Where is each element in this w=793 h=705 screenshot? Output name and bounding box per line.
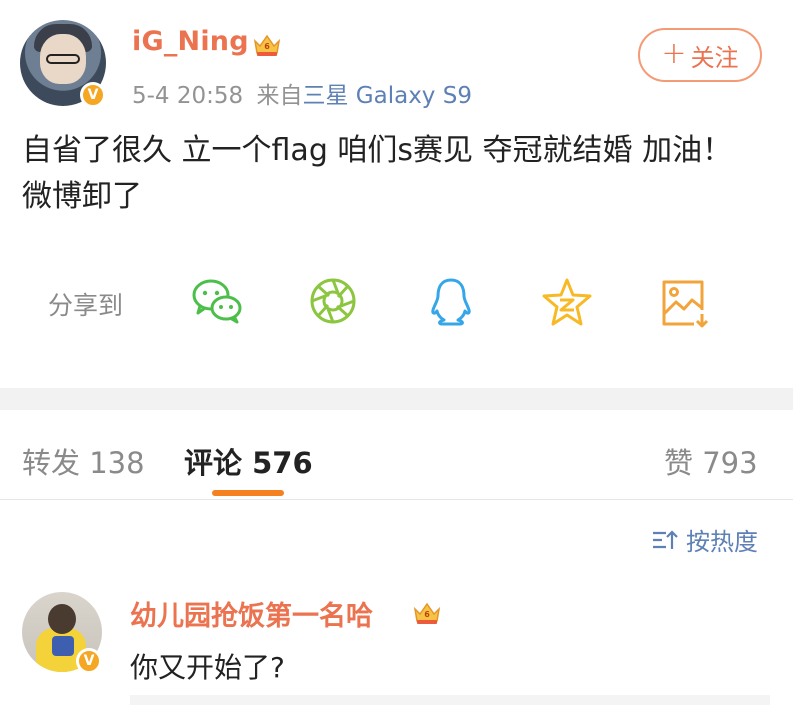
svg-text:6: 6 <box>424 610 430 619</box>
tabs-border <box>0 499 793 500</box>
tab-comments[interactable]: 评论 576 <box>184 440 313 482</box>
verified-badge-icon: V <box>80 82 106 108</box>
wechat-icon[interactable] <box>190 274 244 328</box>
comment-replies-box[interactable] <box>130 695 770 705</box>
follow-label: 关注 <box>690 43 739 72</box>
tab-repost[interactable]: 转发 138 <box>22 440 145 482</box>
save-image-icon[interactable] <box>656 276 710 330</box>
commenter-username[interactable]: 幼儿园抢饭第一名哈 <box>130 594 373 633</box>
tab-comments-count: 576 <box>252 446 313 480</box>
tab-repost-label: 转发 <box>22 446 81 480</box>
tab-likes-label: 赞 <box>664 446 694 480</box>
qq-icon[interactable] <box>424 274 478 328</box>
sort-label: 按热度 <box>686 528 758 556</box>
share-label: 分享到 <box>48 291 124 320</box>
qzone-icon[interactable] <box>540 276 594 330</box>
comment-text: 你又开始了? <box>130 651 285 684</box>
sort-icon <box>653 529 678 549</box>
svg-text:6: 6 <box>264 42 270 51</box>
post-text: 自省了很久 立一个flag 咱们s赛见 夺冠就结婚 加油！ 微博卸了 <box>22 133 733 214</box>
tab-comments-label: 评论 <box>184 446 243 480</box>
section-divider <box>0 388 793 410</box>
tab-likes[interactable]: 赞 793 <box>664 440 758 482</box>
post-device-link[interactable]: 三星 Galaxy S9 <box>302 83 471 109</box>
active-tab-indicator <box>212 490 284 496</box>
follow-button[interactable]: + 关注 <box>638 28 762 82</box>
post-meta: 5-4 20:58 来自三星 Galaxy S9 <box>132 76 472 110</box>
vip-crown-icon: 6 <box>253 34 281 56</box>
post-source-prefix: 来自 <box>256 83 303 109</box>
commenter-verified-badge-icon: V <box>76 648 102 674</box>
tab-repost-count: 138 <box>89 446 145 480</box>
plus-icon: + <box>661 35 687 71</box>
moments-icon[interactable] <box>306 274 360 328</box>
sort-by-hot-button[interactable]: 按热度 <box>652 522 758 557</box>
author-username[interactable]: iG_Ning <box>132 26 249 57</box>
commenter-vip-crown-icon: 6 <box>413 602 441 624</box>
tab-likes-count: 793 <box>702 446 758 480</box>
post-time: 5-4 20:58 <box>132 83 244 109</box>
